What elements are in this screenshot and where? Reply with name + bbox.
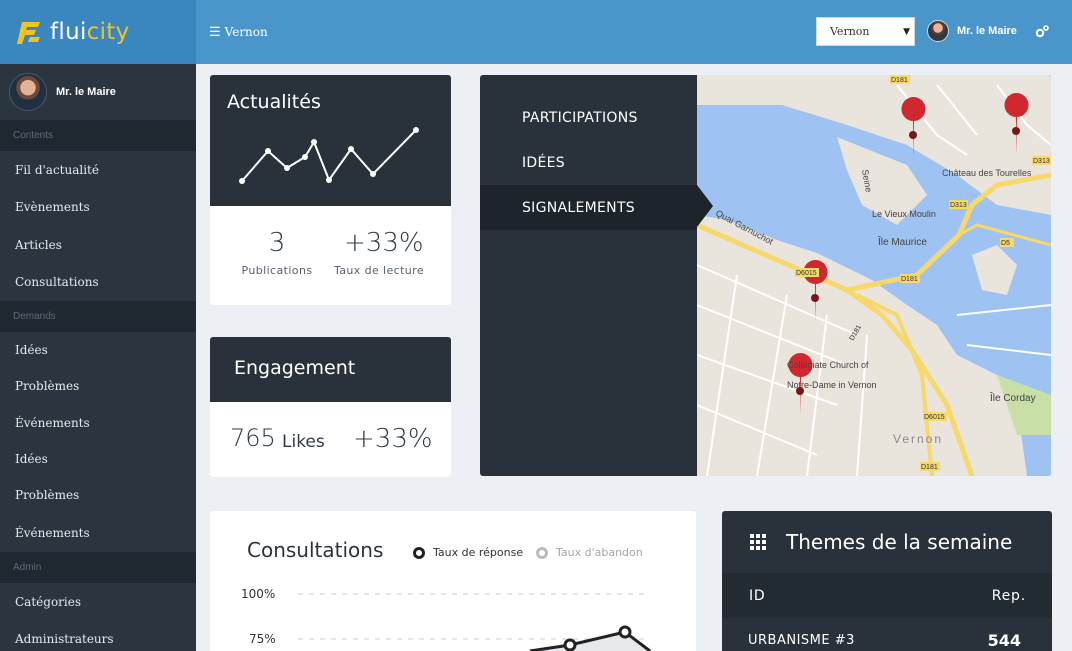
city-select[interactable]: Vernon ▼	[816, 17, 915, 46]
active-tab-arrow	[697, 185, 713, 227]
actualites-header: Actualités	[210, 75, 451, 206]
sidebar-item-administrateurs[interactable]: Administrateurs	[0, 621, 196, 651]
engagement-title: Engagement	[234, 357, 356, 379]
city-select-value: Vernon	[830, 25, 870, 38]
map-label-church-2: Notre-Dame in Vernon	[787, 380, 877, 390]
sidebar-item-evenements-demands[interactable]: Événements	[0, 405, 196, 441]
svg-text:D313: D313	[950, 202, 967, 209]
grid-icon	[750, 534, 766, 550]
themes-title: Themes de la semaine	[786, 530, 1013, 554]
sidebar-item-evenements-2[interactable]: Événements	[0, 514, 196, 552]
map-panel: PARTICIPATIONS IDÉES SIGNALEMENTS Châtea…	[480, 75, 1051, 476]
svg-text:D181: D181	[901, 276, 918, 283]
themes-header: Themes de la semaine	[722, 511, 1052, 573]
map-label-church: Collegiate Church of	[787, 360, 869, 370]
sidebar-section-contents: Contents	[0, 120, 196, 151]
sidebar-section-admin: Admin	[0, 552, 196, 583]
svg-text:D6015: D6015	[796, 270, 817, 277]
sidebar-item-fil-actualite[interactable]: Fil d'actualité	[0, 151, 196, 189]
consultations-chart	[298, 593, 651, 651]
sidebar-item-problemes-2[interactable]: Problèmes	[0, 476, 196, 514]
svg-text:D5: D5	[1001, 240, 1010, 247]
col-id: ID	[749, 587, 766, 604]
map[interactable]: Château des Tourelles Le Vieux Moulin Îl…	[695, 75, 1051, 476]
engagement-stats: 765 Likes +33%	[210, 402, 451, 477]
reading-rate-value: +33%	[344, 228, 424, 258]
sidebar-item-articles[interactable]: Articles	[0, 226, 196, 264]
sidebar-item-evenements[interactable]: Evènements	[0, 189, 196, 227]
table-row[interactable]: URBANISME #3 544	[722, 618, 1052, 651]
tab-participations[interactable]: PARTICIPATIONS	[480, 95, 697, 140]
sidebar-item-idees-2[interactable]: Idées	[0, 441, 196, 476]
top-bar: ☰ Vernon Vernon ▼ Mr. le Maire	[196, 0, 1072, 64]
sidebar: Mr. le Maire Contents Fil d'actualité Ev…	[0, 64, 196, 651]
sidebar-item-consultations[interactable]: Consultations	[0, 264, 196, 302]
avatar	[927, 20, 949, 42]
map-label-ile-corday: Île Corday	[989, 391, 1036, 404]
likes-value: 765	[230, 424, 276, 452]
menu-label: Vernon	[224, 25, 268, 39]
logo[interactable]: fluicity	[0, 0, 196, 64]
hamburger-icon: ☰	[209, 24, 221, 40]
engagement-growth: +33%	[353, 424, 433, 454]
map-label-chateau: Château des Tourelles	[942, 168, 1032, 178]
engagement-header: Engagement	[210, 337, 451, 402]
reading-rate-label: Taux de lecture	[333, 264, 425, 277]
themes-table-header: ID Rep.	[722, 573, 1052, 618]
svg-text:D313: D313	[1033, 158, 1050, 165]
svg-text:D181: D181	[891, 77, 908, 84]
user-menu[interactable]: Mr. le Maire	[927, 20, 1017, 42]
map-label-ile-maurice: Île Maurice	[877, 235, 927, 248]
settings-icon[interactable]	[1034, 24, 1050, 40]
themes-card: Themes de la semaine ID Rep. URBANISME #…	[722, 511, 1052, 651]
sidebar-section-demands: Demands	[0, 301, 196, 332]
tab-signalements[interactable]: SIGNALEMENTS	[480, 185, 697, 230]
sparkline-chart	[239, 127, 419, 184]
publications-label: Publications	[241, 264, 313, 277]
sidebar-user-name: Mr. le Maire	[56, 86, 116, 98]
sidebar-item-idees[interactable]: Idées	[0, 332, 196, 367]
publications-stat: 3 Publications	[210, 228, 344, 277]
svg-text:D6015: D6015	[924, 414, 945, 421]
svg-text:D181: D181	[921, 464, 938, 471]
select-caret-icon: ▼	[903, 27, 910, 37]
map-label-vieux-moulin: Le Vieux Moulin	[872, 209, 936, 219]
map-label-vernon: Vernon	[893, 432, 943, 446]
logo-text: fluicity	[50, 19, 130, 45]
likes-label: Likes	[282, 432, 325, 452]
engagement-card: Engagement 765 Likes +33%	[210, 337, 451, 477]
logo-icon	[17, 22, 40, 44]
menu-toggle[interactable]: ☰ Vernon	[209, 25, 268, 40]
theme-name: URBANISME #3	[748, 633, 855, 648]
publications-value: 3	[268, 228, 286, 258]
col-rep: Rep.	[991, 587, 1026, 604]
actualites-stats: 3 Publications +33% Taux de lecture	[210, 206, 451, 277]
sidebar-item-problemes[interactable]: Problèmes	[0, 367, 196, 405]
sidebar-item-categories[interactable]: Catégories	[0, 583, 196, 621]
tab-idees[interactable]: IDÉES	[480, 140, 697, 185]
sidebar-profile[interactable]: Mr. le Maire	[0, 64, 196, 120]
theme-value: 544	[987, 631, 1021, 650]
avatar	[9, 73, 47, 111]
reading-rate-stat: +33% Taux de lecture	[334, 228, 424, 277]
consultations-card: Consultations Taux de réponse Taux d'aba…	[210, 511, 696, 651]
map-menu: PARTICIPATIONS IDÉES SIGNALEMENTS	[480, 95, 697, 230]
user-name: Mr. le Maire	[957, 25, 1017, 37]
actualites-card: Actualités 3 Publications +33% Taux de l…	[210, 75, 451, 305]
